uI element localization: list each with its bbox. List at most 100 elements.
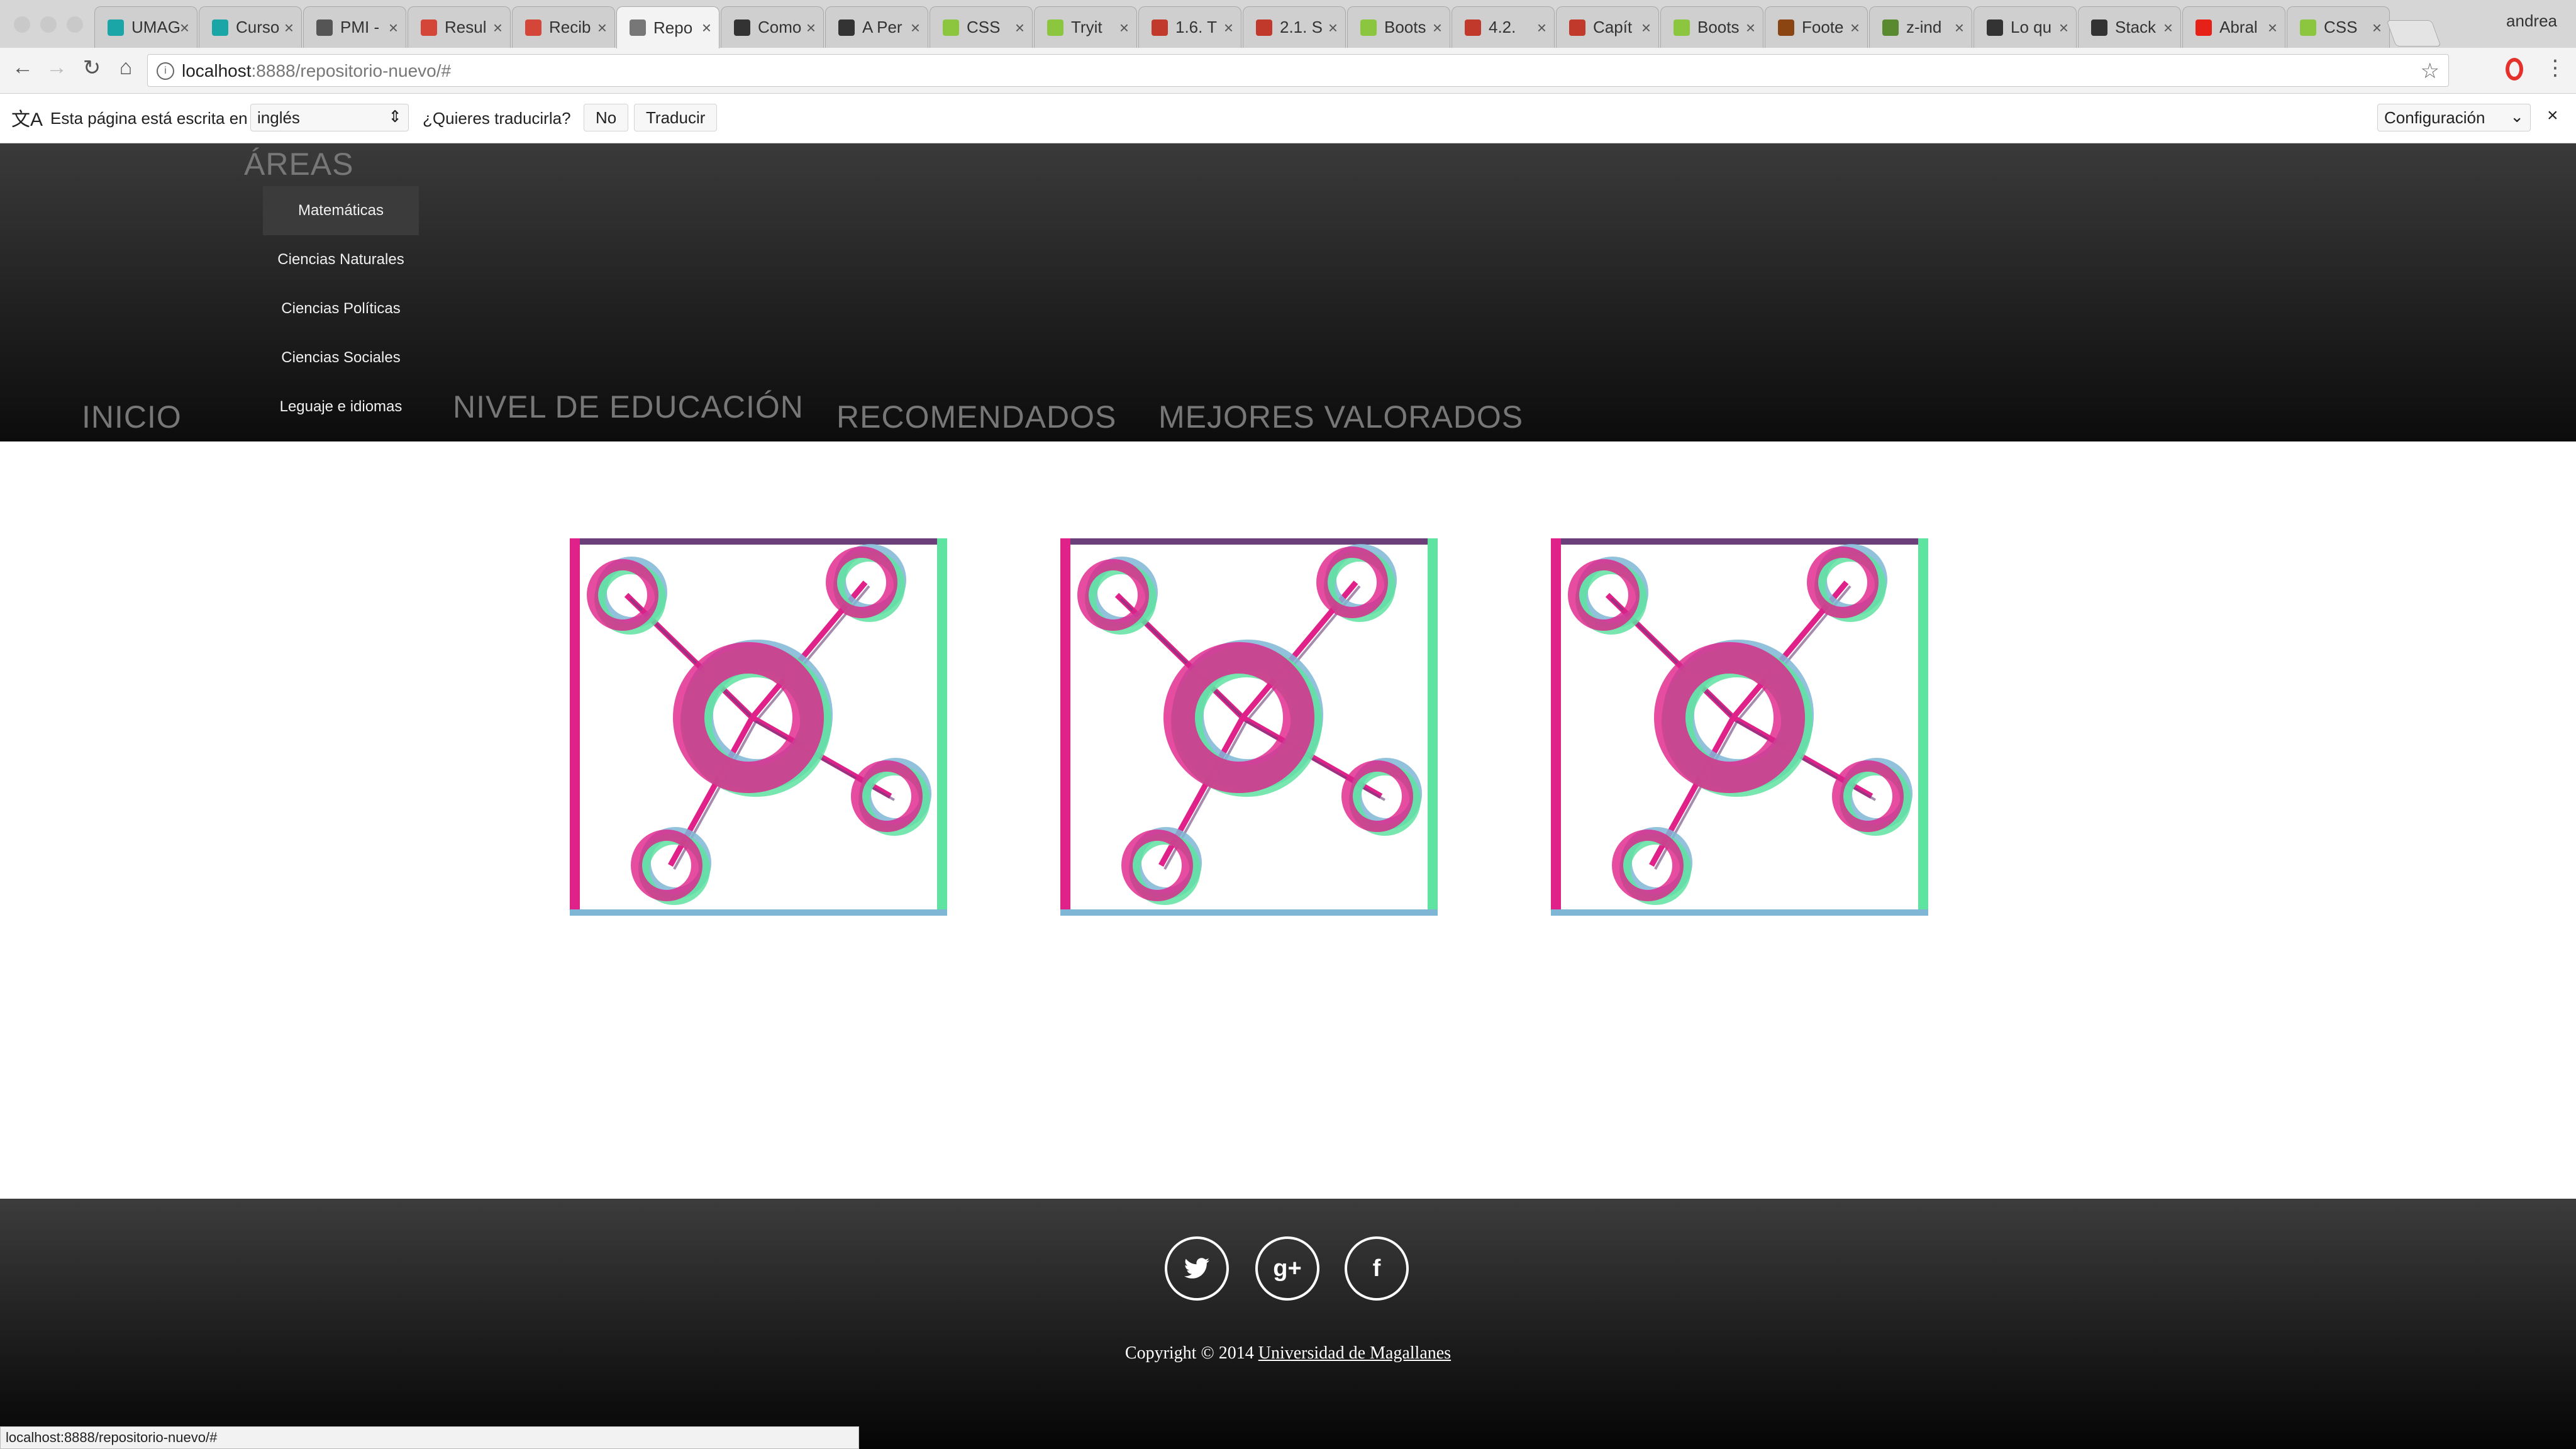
browser-tab[interactable]: Curso × xyxy=(199,6,302,48)
google-plus-icon[interactable]: g+ xyxy=(1255,1236,1319,1301)
browser-tab[interactable]: 4.2. × xyxy=(1452,6,1555,48)
close-tab-icon[interactable]: × xyxy=(2163,18,2173,38)
browser-tab[interactable]: Como × xyxy=(721,6,824,48)
tab-list: UMAG × Curso × PMI - × Resul × Recib × Repo × … xyxy=(94,6,2441,48)
profile-name[interactable]: andrea xyxy=(2506,11,2557,31)
close-tab-icon[interactable]: × xyxy=(2268,18,2277,38)
browser-tab-active[interactable]: Repo × xyxy=(616,6,719,48)
close-tab-icon[interactable]: × xyxy=(1850,18,1860,38)
browser-tab[interactable]: CSS × xyxy=(2287,6,2390,48)
close-tab-icon[interactable]: × xyxy=(180,18,189,38)
browser-tab[interactable]: UMAG × xyxy=(94,6,197,48)
maximize-window-icon[interactable] xyxy=(67,16,83,33)
browser-tab[interactable]: Abral × xyxy=(2182,6,2285,48)
twitter-icon[interactable] xyxy=(1165,1236,1229,1301)
bookmark-star-icon[interactable]: ☆ xyxy=(2421,58,2440,84)
url-text[interactable]: localhost:8888/repositorio-nuevo/# xyxy=(182,61,451,81)
reload-icon[interactable]: ↻ xyxy=(77,55,107,80)
tab-favicon-icon xyxy=(838,19,855,36)
nav-areas[interactable]: ÁREAS xyxy=(244,146,354,182)
tab-favicon-icon xyxy=(1256,19,1272,36)
browser-tab[interactable]: z-ind × xyxy=(1869,6,1972,48)
facebook-icon[interactable]: f xyxy=(1345,1236,1409,1301)
browser-tab[interactable]: Lo qu × xyxy=(1974,6,2077,48)
molecule-card[interactable] xyxy=(1060,538,1438,916)
university-link[interactable]: Universidad de Magallanes xyxy=(1258,1343,1451,1363)
browser-tab[interactable]: 1.6. T × xyxy=(1138,6,1241,48)
dropdown-item-ciencias-sociales[interactable]: Ciencias Sociales xyxy=(263,333,419,382)
nav-recomendados[interactable]: RECOMENDADOS xyxy=(836,399,1116,435)
browser-tab[interactable]: Stack × xyxy=(2078,6,2181,48)
home-icon[interactable]: ⌂ xyxy=(111,55,141,80)
close-tab-icon[interactable]: × xyxy=(1433,18,1442,38)
translate-button[interactable]: Traducir xyxy=(634,104,718,131)
close-tab-icon[interactable]: × xyxy=(493,18,502,38)
close-tab-icon[interactable]: × xyxy=(806,18,816,38)
browser-tab[interactable]: Recib × xyxy=(512,6,615,48)
address-bar[interactable]: i localhost:8888/repositorio-nuevo/# ☆ xyxy=(147,54,2449,87)
opera-extension-icon[interactable] xyxy=(2506,58,2523,80)
new-tab-button[interactable] xyxy=(2386,20,2441,47)
nav-mejores-valorados[interactable]: MEJORES VALORADOS xyxy=(1158,399,1523,435)
dropdown-item-ciencias-politicas[interactable]: Ciencias Políticas xyxy=(263,284,419,333)
close-translate-bar-icon[interactable]: × xyxy=(2547,105,2558,126)
nav-nivel-educacion[interactable]: NIVEL DE EDUCACIÓN xyxy=(453,389,804,425)
browser-tab[interactable]: A Per × xyxy=(825,6,928,48)
no-translate-button[interactable]: No xyxy=(584,104,629,131)
browser-tab[interactable]: Foote × xyxy=(1765,6,1868,48)
tab-favicon-icon xyxy=(943,19,959,36)
tab-favicon-icon xyxy=(2196,19,2212,36)
close-tab-icon[interactable]: × xyxy=(702,18,711,38)
forward-arrow-icon[interactable]: → xyxy=(42,55,72,80)
browser-tab[interactable]: Resul × xyxy=(408,6,511,48)
dropdown-item-lenguaje-idiomas[interactable]: Leguaje e idiomas xyxy=(263,382,419,431)
dropdown-item-ciencias-naturales[interactable]: Ciencias Naturales xyxy=(263,235,419,284)
minimize-window-icon[interactable] xyxy=(40,16,57,33)
close-tab-icon[interactable]: × xyxy=(1119,18,1129,38)
molecule-image xyxy=(1060,538,1438,916)
browser-tab[interactable]: Boots × xyxy=(1347,6,1450,48)
back-arrow-icon[interactable]: ← xyxy=(8,55,38,80)
language-select-value: inglés xyxy=(257,108,300,127)
close-tab-icon[interactable]: × xyxy=(1641,18,1651,38)
select-arrows-icon: ⇕ xyxy=(388,107,402,126)
tab-favicon-icon xyxy=(734,19,750,36)
close-tab-icon[interactable]: × xyxy=(284,18,294,38)
close-tab-icon[interactable]: × xyxy=(1015,18,1024,38)
browser-tab[interactable]: CSS × xyxy=(930,6,1033,48)
molecule-image xyxy=(1551,538,1928,916)
close-tab-icon[interactable]: × xyxy=(2059,18,2068,38)
browser-tab[interactable]: PMI - × xyxy=(303,6,406,48)
tab-favicon-icon xyxy=(2300,19,2316,36)
browser-menu-icon[interactable]: ⋮ xyxy=(2545,55,2566,80)
tab-favicon-icon xyxy=(316,19,333,36)
close-tab-icon[interactable]: × xyxy=(597,18,607,38)
close-tab-icon[interactable]: × xyxy=(389,18,398,38)
close-tab-icon[interactable]: × xyxy=(1328,18,1338,38)
molecule-card[interactable] xyxy=(1551,538,1928,916)
close-tab-icon[interactable]: × xyxy=(1955,18,1964,38)
close-window-icon[interactable] xyxy=(14,16,30,33)
close-tab-icon[interactable]: × xyxy=(1224,18,1233,38)
info-icon[interactable]: i xyxy=(157,62,174,80)
tab-favicon-icon xyxy=(2091,19,2107,36)
translate-settings-select[interactable]: Configuración ⌄ xyxy=(2377,104,2531,131)
close-tab-icon[interactable]: × xyxy=(2372,18,2382,38)
close-tab-icon[interactable]: × xyxy=(911,18,920,38)
browser-tab[interactable]: Tryit × xyxy=(1034,6,1137,48)
close-tab-icon[interactable]: × xyxy=(1537,18,1546,38)
dropdown-item-matematicas[interactable]: Matemáticas xyxy=(263,186,419,235)
tab-favicon-icon xyxy=(1047,19,1063,36)
language-select[interactable]: inglés ⇕ xyxy=(250,104,409,131)
close-tab-icon[interactable]: × xyxy=(1746,18,1755,38)
tab-favicon-icon xyxy=(1360,19,1377,36)
molecule-card[interactable] xyxy=(570,538,947,916)
areas-dropdown: Matemáticas Ciencias Naturales Ciencias … xyxy=(263,186,419,431)
browser-toolbar: ← → ↻ ⌂ i localhost:8888/repositorio-nue… xyxy=(0,48,2576,94)
url-host: localhost xyxy=(182,61,252,80)
browser-tab[interactable]: 2.1. S × xyxy=(1243,6,1346,48)
copyright-text: Copyright © 2014 Universidad de Magallan… xyxy=(0,1343,2576,1363)
browser-tab[interactable]: Capít × xyxy=(1556,6,1659,48)
nav-inicio[interactable]: INICIO xyxy=(82,399,182,435)
browser-tab[interactable]: Boots × xyxy=(1660,6,1763,48)
